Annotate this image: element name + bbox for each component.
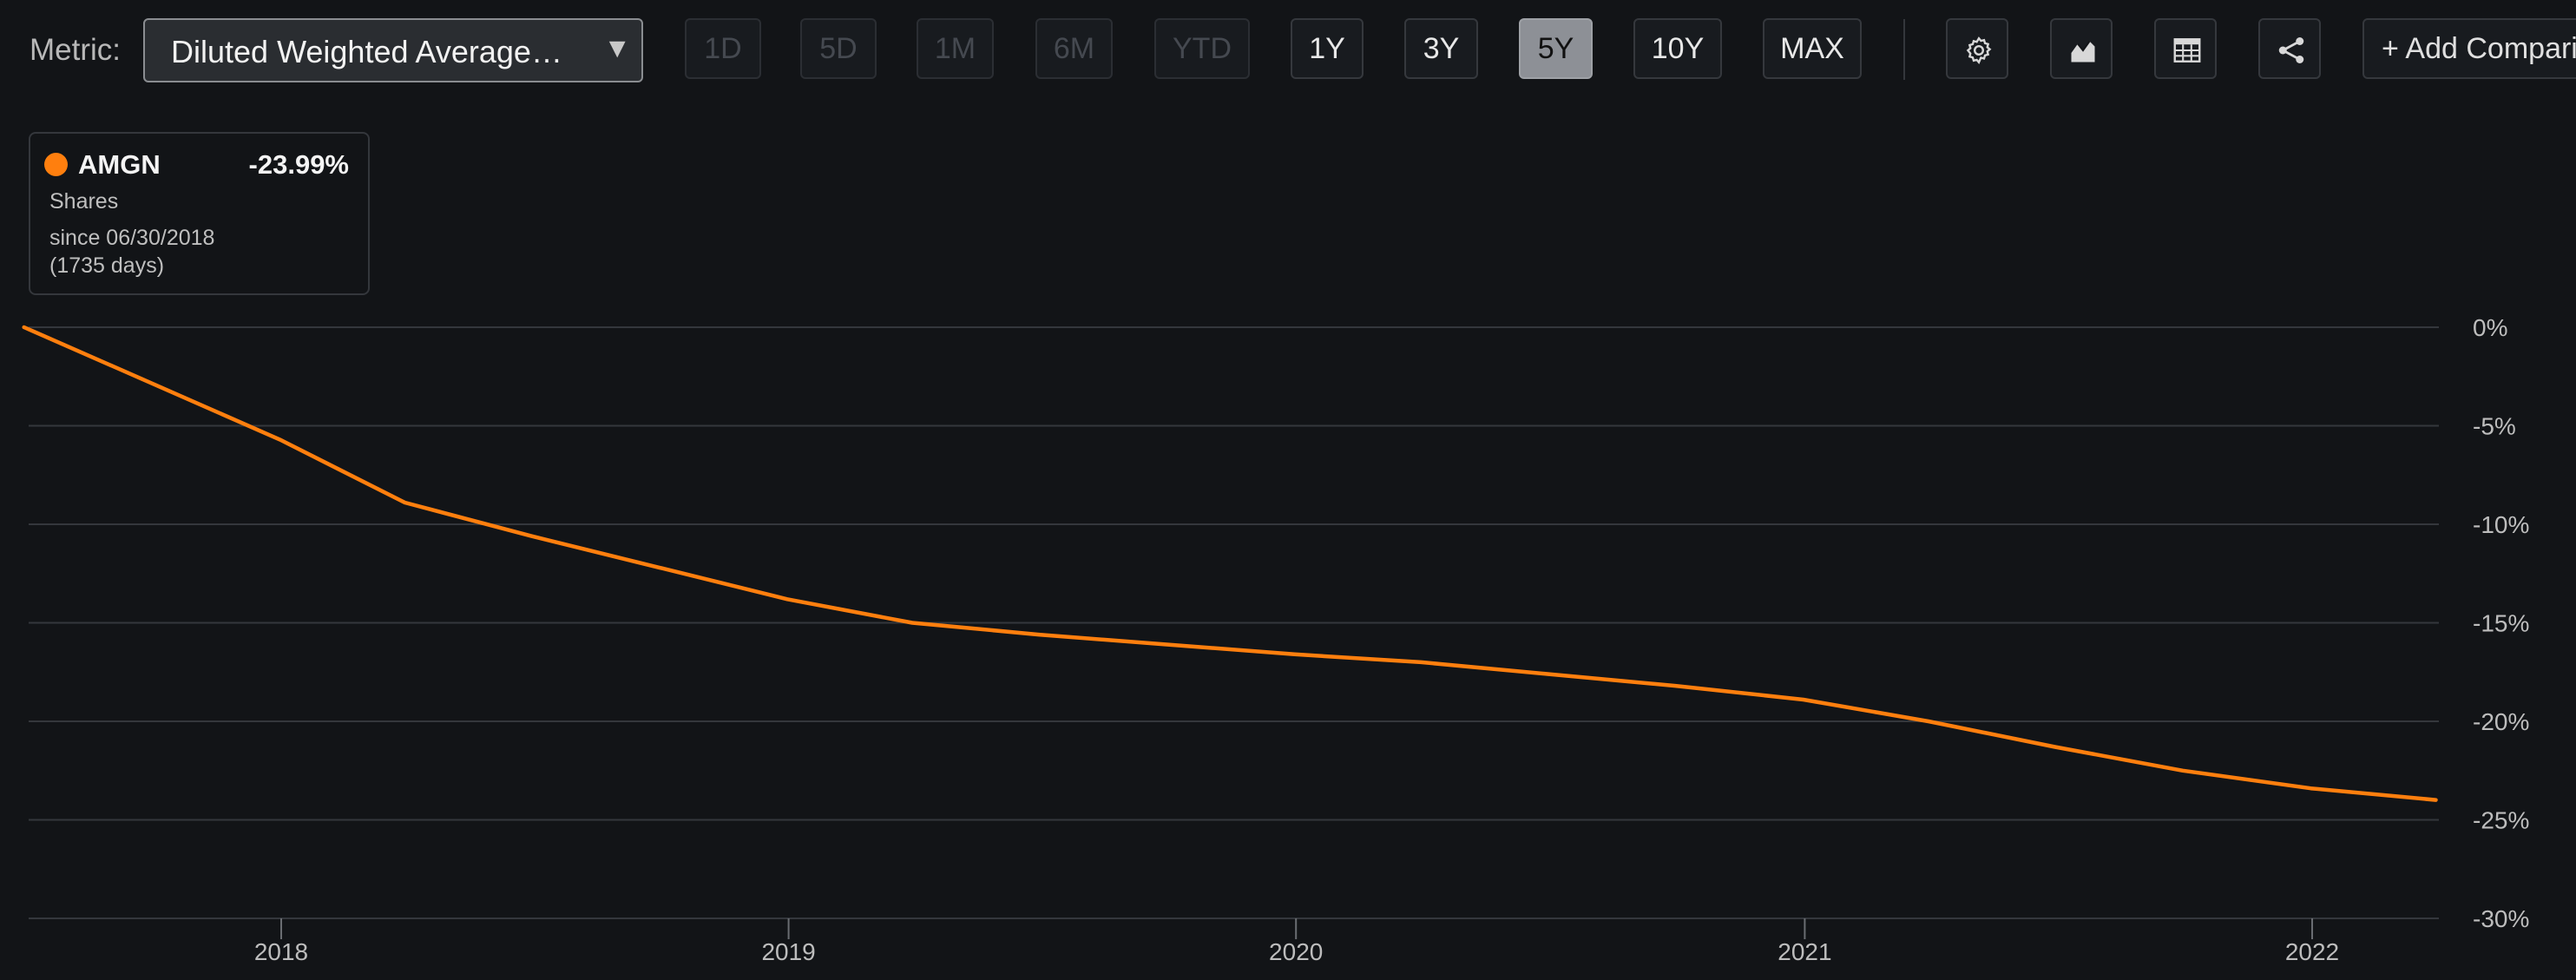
chart-area: 0% -5% -10% -15% -20% -25% -30% 2018 2019 2020 202…	[22, 314, 2529, 965]
y-tick-label: -15%	[2473, 610, 2529, 637]
series-line-amgn	[22, 325, 2438, 802]
y-tick-label: -5%	[2473, 413, 2516, 440]
legend-ticker: AMGN	[78, 149, 161, 180]
x-tick-label: 2020	[1269, 938, 1323, 965]
y-tick-label: -10%	[2473, 511, 2529, 538]
x-tick-label: 2018	[254, 938, 308, 965]
y-tick-label: -20%	[2473, 708, 2529, 735]
legend-since-date: since 06/30/2018	[49, 226, 215, 250]
y-tick-label: 0%	[2473, 314, 2507, 341]
legend-change: -23.99%	[248, 149, 349, 180]
x-tick-label: 2022	[2285, 938, 2339, 965]
legend-subtitle: Shares	[49, 189, 119, 214]
legend-card: AMGN -23.99% Shares since 06/30/2018 (17…	[29, 132, 370, 295]
chart-page: Metric: Diluted Weighted Average… ▼ 1D 5…	[0, 0, 2576, 980]
y-tick-label: -30%	[2473, 905, 2529, 932]
x-tick-label: 2019	[761, 938, 815, 965]
legend-days: (1735 days)	[49, 253, 165, 278]
y-tick-label: -25%	[2473, 807, 2529, 834]
series-color-dot	[44, 153, 68, 176]
x-tick-label: 2021	[1778, 938, 1831, 965]
